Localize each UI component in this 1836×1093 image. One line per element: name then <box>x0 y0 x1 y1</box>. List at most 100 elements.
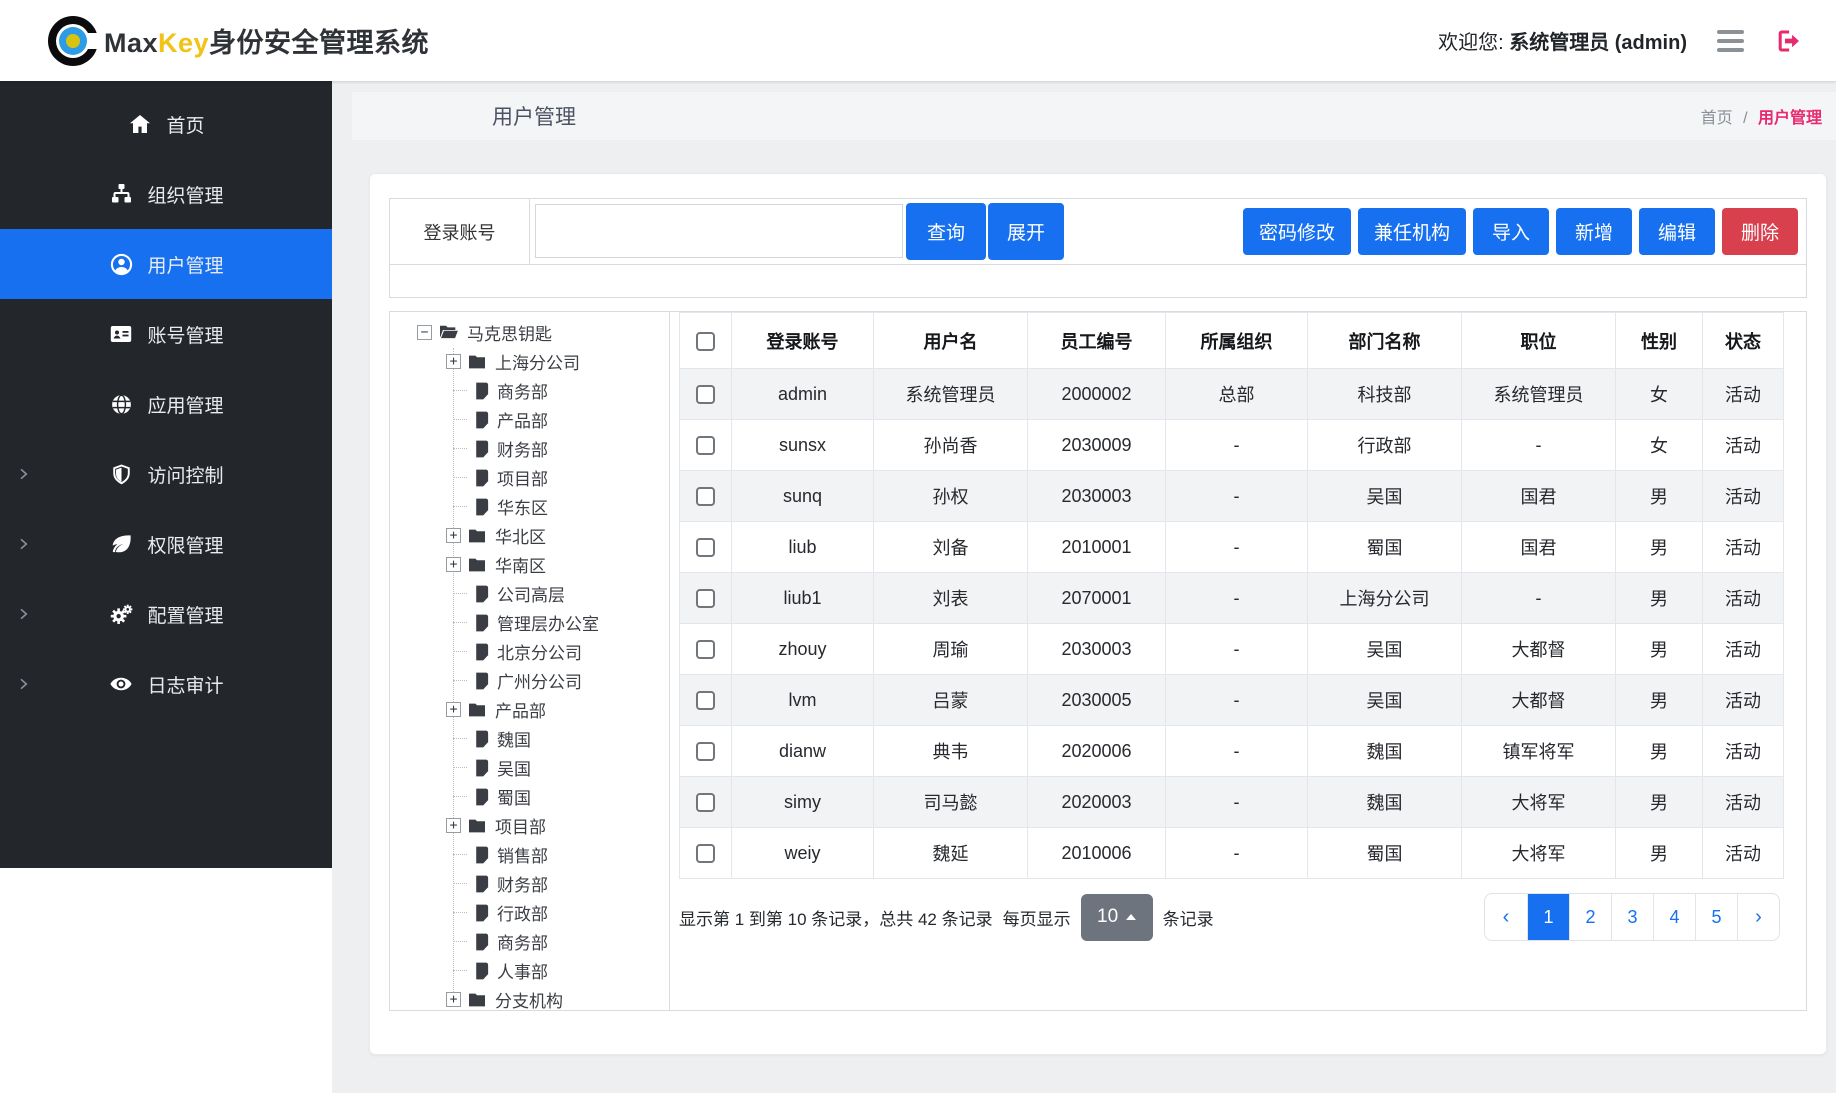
add-button[interactable]: 新增 <box>1556 208 1632 255</box>
tree-node[interactable]: +华南区 <box>446 550 669 579</box>
tree-node[interactable]: +项目部 <box>446 811 669 840</box>
tree-expander-plus-icon[interactable]: + <box>446 354 461 369</box>
tree-node[interactable]: 项目部 <box>446 463 669 492</box>
row-checkbox[interactable] <box>696 640 715 659</box>
table-row[interactable]: liub1刘表2070001-上海分公司-男活动 <box>680 573 1784 624</box>
sidebar-item-log-audit[interactable]: 日志审计 <box>0 649 332 719</box>
edit-button[interactable]: 编辑 <box>1639 208 1715 255</box>
table-row[interactable]: simy司马懿2020003-魏国大将军男活动 <box>680 777 1784 828</box>
row-checkbox[interactable] <box>696 385 715 404</box>
table-row[interactable]: sunsx孙尚香2030009-行政部-女活动 <box>680 420 1784 471</box>
tree-connector-stub <box>453 390 467 391</box>
tree-node[interactable]: 人事部 <box>446 956 669 985</box>
delete-button[interactable]: 删除 <box>1722 208 1798 255</box>
select-all-checkbox[interactable] <box>696 332 715 351</box>
adjunct-org-button[interactable]: 兼任机构 <box>1358 208 1466 255</box>
tree-expander-minus-icon[interactable]: − <box>417 325 432 340</box>
tree-node[interactable]: +分支机构 <box>446 985 669 1010</box>
sidebar-item-user-management[interactable]: 用户管理 <box>0 229 332 299</box>
sidebar-item-access-control[interactable]: 访问控制 <box>0 439 332 509</box>
table-cell: - <box>1166 777 1308 828</box>
tree-node[interactable]: +上海分公司 <box>446 347 669 376</box>
tree-node-label: 吴国 <box>497 755 531 780</box>
tree-node[interactable]: 商务部 <box>446 927 669 956</box>
tree-node-label: 广州分公司 <box>497 668 582 693</box>
page-5-button[interactable]: 5 <box>1695 894 1737 940</box>
table-row[interactable]: liub刘备2010001-蜀国国君男活动 <box>680 522 1784 573</box>
column-header[interactable]: 用户名 <box>874 313 1028 369</box>
sidebar-item-label: 应用管理 <box>147 391 223 418</box>
table-row[interactable]: zhouy周瑜2030003-吴国大都督男活动 <box>680 624 1784 675</box>
row-checkbox[interactable] <box>696 589 715 608</box>
tree-node[interactable]: 产品部 <box>446 405 669 434</box>
column-header[interactable]: 员工编号 <box>1028 313 1166 369</box>
table-cell: 活动 <box>1703 573 1784 624</box>
tree-node[interactable]: 财务部 <box>446 869 669 898</box>
query-button[interactable]: 查询 <box>906 203 986 260</box>
row-checkbox[interactable] <box>696 844 715 863</box>
row-checkbox[interactable] <box>696 538 715 557</box>
table-row[interactable]: sunq孙权2030003-吴国国君男活动 <box>680 471 1784 522</box>
table-cell: 镇军将军 <box>1462 726 1616 777</box>
tree-node[interactable]: 财务部 <box>446 434 669 463</box>
row-checkbox[interactable] <box>696 793 715 812</box>
column-header[interactable]: 性别 <box>1616 313 1703 369</box>
table-cell: 周瑜 <box>874 624 1028 675</box>
table-cell: 男 <box>1616 777 1703 828</box>
sidebar-item-org-management[interactable]: 组织管理 <box>0 159 332 229</box>
row-checkbox[interactable] <box>696 487 715 506</box>
tree-node[interactable]: 北京分公司 <box>446 637 669 666</box>
import-button[interactable]: 导入 <box>1473 208 1549 255</box>
column-header[interactable]: 部门名称 <box>1308 313 1462 369</box>
column-header[interactable]: 状态 <box>1703 313 1784 369</box>
sidebar-item-permission-management[interactable]: 权限管理 <box>0 509 332 579</box>
expand-button[interactable]: 展开 <box>988 203 1064 260</box>
page-size-dropdown[interactable]: 10 <box>1081 894 1153 941</box>
tree-node[interactable]: 公司高层 <box>446 579 669 608</box>
page-prev-button[interactable]: ‹ <box>1485 894 1527 940</box>
page-3-button[interactable]: 3 <box>1611 894 1653 940</box>
menu-toggle-icon[interactable] <box>1713 26 1748 56</box>
tree-node[interactable]: 商务部 <box>446 376 669 405</box>
tree-node[interactable]: 蜀国 <box>446 782 669 811</box>
brand[interactable]: MaxKey身份安全管理系统 <box>48 16 429 66</box>
table-row[interactable]: lvm吕蒙2030005-吴国大都督男活动 <box>680 675 1784 726</box>
tree-node[interactable]: +华北区 <box>446 521 669 550</box>
page-4-button[interactable]: 4 <box>1653 894 1695 940</box>
logout-icon[interactable] <box>1774 27 1802 55</box>
page-2-button[interactable]: 2 <box>1569 894 1611 940</box>
tree-node[interactable]: 行政部 <box>446 898 669 927</box>
tree-node[interactable]: 销售部 <box>446 840 669 869</box>
tree-node[interactable]: 广州分公司 <box>446 666 669 695</box>
tree-node[interactable]: 华东区 <box>446 492 669 521</box>
table-row[interactable]: weiy魏延2010006-蜀国大将军男活动 <box>680 828 1784 879</box>
row-checkbox[interactable] <box>696 691 715 710</box>
row-checkbox[interactable] <box>696 436 715 455</box>
tree-node[interactable]: 吴国 <box>446 753 669 782</box>
column-header[interactable]: 登录账号 <box>732 313 874 369</box>
tree-node[interactable]: +产品部 <box>446 695 669 724</box>
breadcrumb-home-link[interactable]: 首页 <box>1701 110 1733 127</box>
tree-expander-plus-icon[interactable]: + <box>446 702 461 717</box>
tree-node[interactable]: 管理层办公室 <box>446 608 669 637</box>
sidebar-item-home[interactable]: 首页 <box>0 89 332 159</box>
sidebar-item-config-management[interactable]: 配置管理 <box>0 579 332 649</box>
change-password-button[interactable]: 密码修改 <box>1243 208 1351 255</box>
column-header[interactable]: 所属组织 <box>1166 313 1308 369</box>
row-checkbox[interactable] <box>696 742 715 761</box>
sidebar-item-account-management[interactable]: 账号管理 <box>0 299 332 369</box>
tree-expander-plus-icon[interactable]: + <box>446 818 461 833</box>
login-account-input[interactable] <box>535 204 903 258</box>
tree-expander-plus-icon[interactable]: + <box>446 992 461 1007</box>
page-next-button[interactable]: › <box>1737 894 1779 940</box>
column-header[interactable]: 职位 <box>1462 313 1616 369</box>
tree-node[interactable]: −马克思钥匙 <box>417 318 669 347</box>
tree-node[interactable]: 魏国 <box>446 724 669 753</box>
tree-expander-plus-icon[interactable]: + <box>446 528 461 543</box>
sidebar-item-app-management[interactable]: 应用管理 <box>0 369 332 439</box>
table-row[interactable]: dianw典韦2020006-魏国镇军将军男活动 <box>680 726 1784 777</box>
tree-connector-stub <box>453 680 467 681</box>
page-1-button[interactable]: 1 <box>1527 894 1569 940</box>
table-row[interactable]: admin系统管理员2000002总部科技部系统管理员女活动 <box>680 369 1784 420</box>
tree-expander-plus-icon[interactable]: + <box>446 557 461 572</box>
